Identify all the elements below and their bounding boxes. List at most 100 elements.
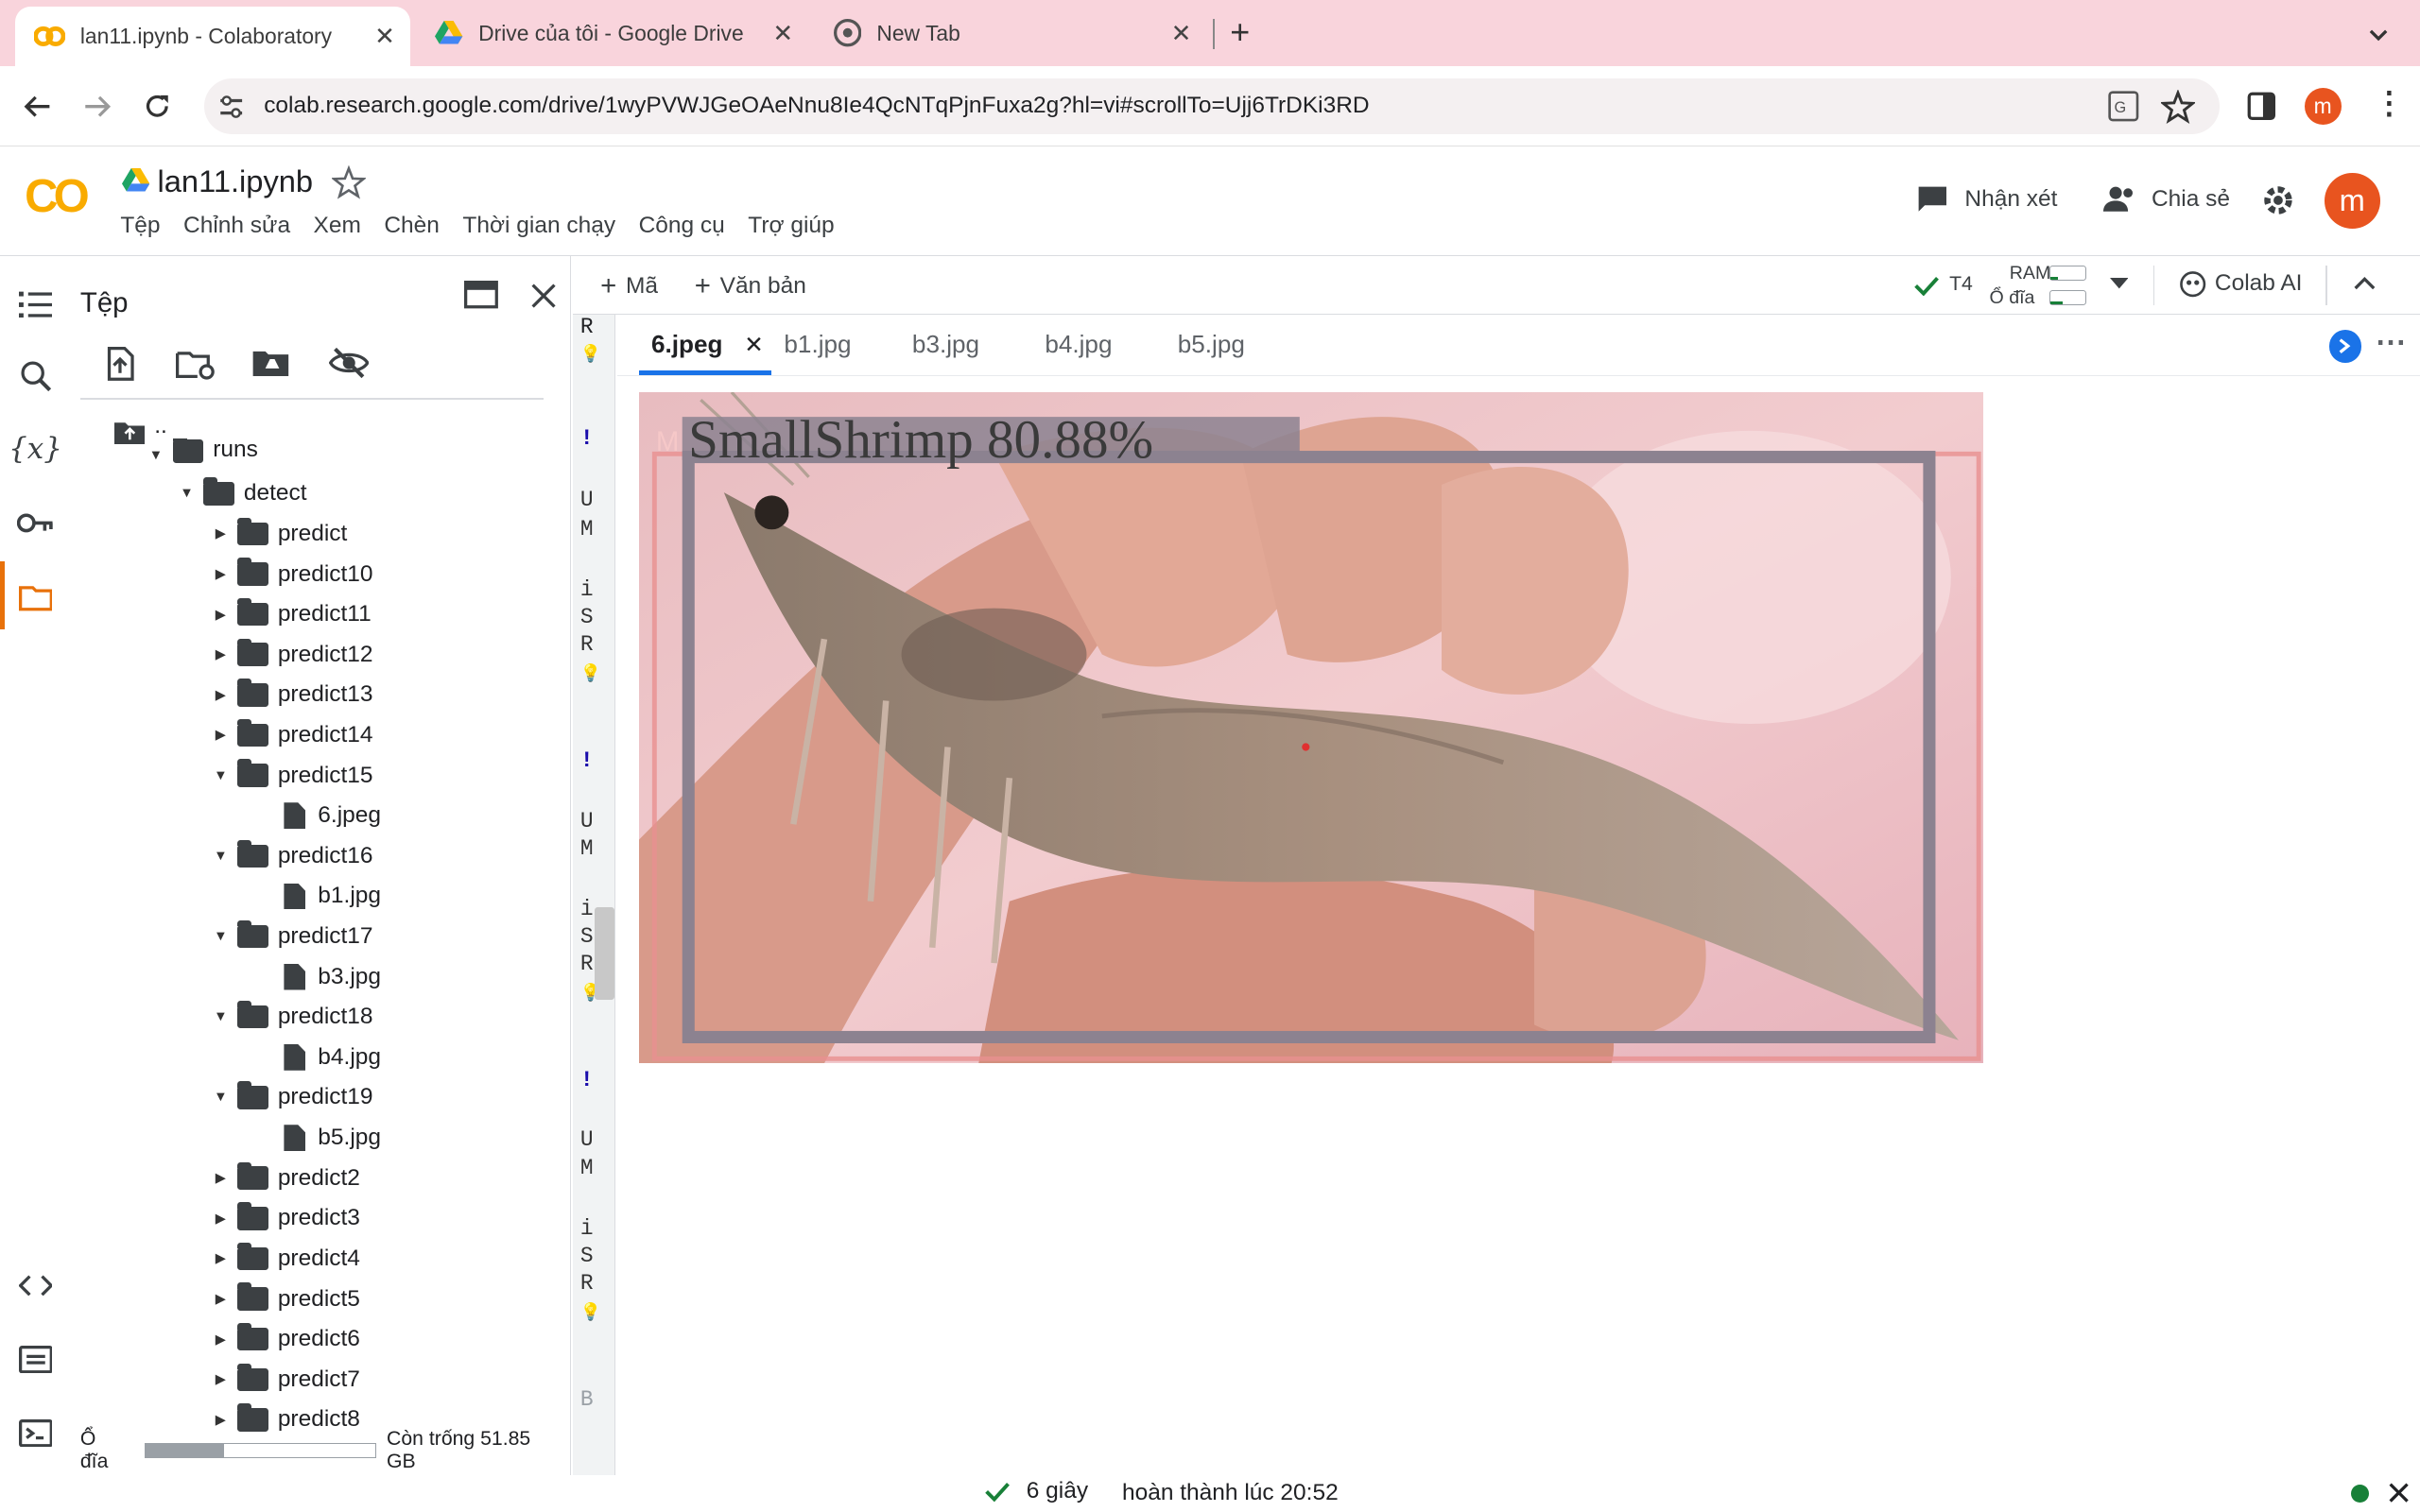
toolbar-divider (2325, 265, 2328, 306)
tree-file-row[interactable]: 6.jpeg (278, 796, 381, 835)
file-tab[interactable]: b4.jpg (1045, 330, 1112, 359)
folder-icon (237, 1202, 269, 1230)
menu-help[interactable]: Trợ giúp (748, 213, 834, 239)
tree-folder-row[interactable]: ▼ predict19 (213, 1077, 373, 1117)
tree-folder-row[interactable]: ▶ predict11 (213, 594, 372, 634)
tree-file-label: 6.jpeg (318, 802, 381, 829)
tree-folder-row[interactable]: ▶ predict5 (213, 1279, 360, 1318)
menu-runtime[interactable]: Thời gian chạy (462, 213, 615, 239)
file-tab[interactable]: b5.jpg (1178, 330, 1245, 359)
back-arrow-icon[interactable] (22, 93, 53, 120)
tree-folder-row[interactable]: ▶ predict13 (213, 675, 373, 714)
open-in-tab-icon[interactable] (464, 281, 499, 309)
toc-list-icon[interactable] (15, 284, 55, 323)
menu-insert[interactable]: Chèn (384, 213, 440, 239)
comment-button[interactable]: Nhận xét (1917, 185, 2057, 213)
kebab-menu-icon[interactable]: ⋮ (2374, 85, 2405, 121)
notebook-title[interactable]: lan11.ipynb (158, 163, 314, 199)
colab-ai-label: Colab AI (2214, 270, 2303, 297)
star-icon[interactable] (332, 164, 366, 199)
colab-ai-button[interactable]: Colab AI (2179, 270, 2302, 298)
tree-folder-row[interactable]: ▶ predict (213, 514, 347, 554)
refresh-folder-icon[interactable] (176, 349, 216, 380)
site-info-icon[interactable] (217, 94, 245, 119)
hidden-files-icon[interactable] (328, 346, 370, 380)
tree-file-row[interactable]: b5.jpg (278, 1118, 381, 1158)
close-icon[interactable]: ✕ (772, 19, 793, 48)
tree-folder-row[interactable]: ▶ predict3 (213, 1198, 360, 1238)
folder-icon[interactable] (15, 577, 55, 617)
folder-icon (237, 1363, 269, 1391)
upload-file-icon[interactable] (103, 347, 137, 382)
tree-row-runs[interactable]: ▼ runs (148, 438, 258, 463)
side-panel-icon[interactable] (2246, 91, 2277, 122)
variables-icon[interactable]: {x} (9, 429, 62, 469)
chevron-down-icon[interactable] (2366, 22, 2391, 46)
caret-down-icon[interactable] (2109, 277, 2129, 290)
browser-tab-colab[interactable]: lan11.ipynb - Colaboratory ✕ (15, 6, 411, 67)
close-panel-icon[interactable] (531, 284, 556, 309)
runtime-type[interactable]: T4 (1949, 273, 1973, 296)
menu-tools[interactable]: Công cụ (639, 213, 725, 239)
key-icon[interactable] (15, 503, 55, 542)
tree-folder-row[interactable]: ▶ predict4 (213, 1239, 360, 1279)
chevron-up-icon[interactable] (2354, 276, 2376, 291)
omnibox[interactable]: colab.research.google.com/drive/1wyPVWJG… (203, 78, 2220, 135)
close-icon[interactable]: ✕ (744, 333, 764, 358)
tree-folder-row[interactable]: ▼ predict16 (213, 836, 373, 876)
code-snippets-icon[interactable] (15, 1265, 55, 1305)
file-tab[interactable]: b3.jpg (912, 330, 979, 359)
terminal-icon[interactable] (15, 1414, 55, 1453)
strip-scrollbar[interactable] (594, 907, 614, 1000)
tab-scroll-right-icon[interactable] (2328, 330, 2362, 363)
tree-row-detect[interactable]: ▼ detect (179, 473, 307, 513)
tree-folder-row[interactable]: ▶ predict7 (213, 1360, 360, 1400)
more-options-icon[interactable]: ⋯ (2376, 324, 2407, 360)
close-icon[interactable]: ✕ (374, 22, 395, 51)
tree-folder-row[interactable]: ▼ predict15 (213, 755, 373, 795)
bookmark-star-icon[interactable] (2160, 89, 2195, 124)
check-icon (1913, 276, 1939, 297)
browser-tab-title: New Tab (876, 20, 960, 45)
detection-image: M SmallShrimp 80.88% (638, 391, 1984, 1063)
browser-tab-newtab[interactable]: New Tab ✕ (815, 0, 1207, 66)
tree-file-row[interactable]: b1.jpg (278, 876, 381, 916)
tree-folder-row[interactable]: ▶ predict14 (213, 715, 373, 755)
account-avatar[interactable]: m (2324, 172, 2380, 229)
forward-arrow-icon[interactable] (82, 93, 113, 120)
strip-char: M (579, 835, 594, 861)
command-palette-icon[interactable] (15, 1339, 55, 1379)
profile-avatar[interactable]: m (2304, 88, 2342, 126)
tree-folder-row[interactable]: ▶ predict12 (213, 635, 373, 675)
browser-tab-title: lan11.ipynb - Colaboratory (79, 23, 333, 48)
new-tab-plus-icon[interactable]: + (1230, 12, 1250, 52)
tree-folder-row[interactable]: ▼ predict17 (213, 917, 373, 956)
tree-file-label: b1.jpg (318, 883, 381, 909)
tree-folder-row[interactable]: ▶ predict8 (213, 1400, 360, 1435)
add-text-button[interactable]: + Văn bản (695, 270, 806, 302)
colab-logo[interactable]: CO (25, 170, 90, 223)
tree-file-row[interactable]: b4.jpg (278, 1038, 381, 1077)
tree-folder-row[interactable]: ▶ predict2 (213, 1158, 360, 1197)
menu-file[interactable]: Tệp (120, 213, 160, 239)
close-icon[interactable]: ✕ (1171, 19, 1192, 48)
reload-icon[interactable] (142, 91, 173, 122)
search-icon[interactable] (15, 356, 55, 396)
file-tab-active[interactable]: 6.jpeg ✕ (651, 330, 764, 359)
watermark-text: M (655, 425, 680, 457)
browser-tab-drive[interactable]: Drive của tôi - Google Drive ✕ (417, 0, 809, 66)
menu-view[interactable]: Xem (314, 213, 361, 239)
gear-icon[interactable] (2261, 183, 2295, 217)
tree-folder-row[interactable]: ▶ predict10 (213, 554, 373, 593)
tree-folder-row[interactable]: ▼ predict18 (213, 997, 373, 1037)
tree-folder-row[interactable]: ▶ predict6 (213, 1319, 360, 1359)
close-icon[interactable] (2389, 1483, 2410, 1503)
translate-icon[interactable]: G (2108, 91, 2139, 122)
caret-down-icon: ▼ (180, 486, 194, 502)
tree-file-row[interactable]: b3.jpg (278, 956, 381, 996)
menu-edit[interactable]: Chỉnh sửa (183, 213, 290, 239)
share-button[interactable]: Chia sẻ (2103, 185, 2230, 213)
file-tab[interactable]: b1.jpg (784, 330, 851, 359)
add-code-button[interactable]: + Mã (600, 270, 658, 302)
mount-drive-icon[interactable] (251, 347, 291, 378)
